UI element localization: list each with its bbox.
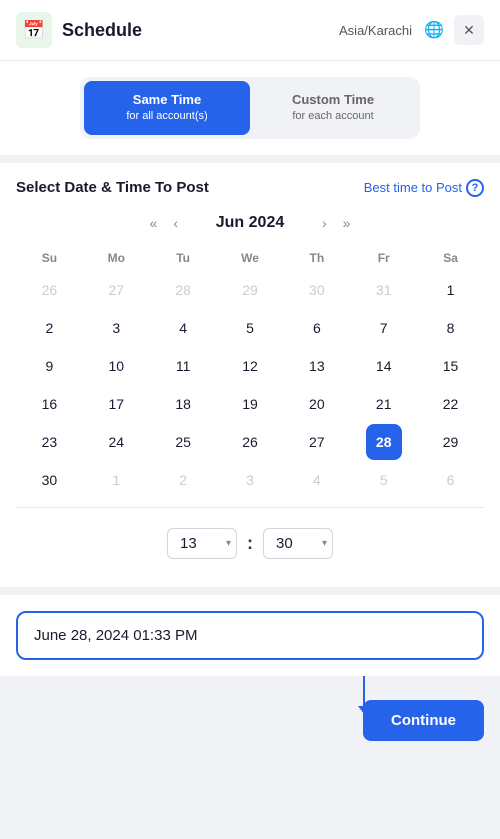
calendar-day-cell[interactable]: 2	[31, 310, 67, 346]
calendar-day-cell[interactable]: 13	[299, 348, 335, 384]
hour-select-wrapper: 0001020304050607080910111213141516171819…	[167, 528, 237, 559]
calendar-nav: « ‹ Jun 2024 › »	[16, 213, 484, 233]
calendar-day-cell[interactable]: 26	[31, 272, 67, 308]
calendar-day-cell[interactable]: 7	[366, 310, 402, 346]
calendar-day-cell[interactable]: 29	[433, 424, 469, 460]
prev-month-button[interactable]: ‹	[169, 213, 182, 233]
calendar-day-cell[interactable]: 31	[366, 272, 402, 308]
minute-select[interactable]: 000510152025303540455055	[263, 528, 333, 559]
calendar-day-cell[interactable]: 1	[433, 272, 469, 308]
day-fr: Fr	[350, 245, 417, 271]
timezone-label: Asia/Karachi	[339, 23, 412, 38]
section-title: Select Date & Time To Post	[16, 179, 209, 196]
globe-icon[interactable]: 🌐	[420, 16, 448, 44]
calendar-day-cell[interactable]: 22	[433, 386, 469, 422]
calendar-day-cell[interactable]: 8	[433, 310, 469, 346]
calendar-day-cell[interactable]: 27	[98, 272, 134, 308]
calendar-day-cell[interactable]: 12	[232, 348, 268, 384]
calendar-week-6: 30 123456	[16, 461, 484, 499]
hour-select[interactable]: 0001020304050607080910111213141516171819…	[167, 528, 237, 559]
best-time-label: Best time to Post	[364, 180, 462, 195]
calendar-day-cell[interactable]: 19	[232, 386, 268, 422]
calendar-day-cell[interactable]: 29	[232, 272, 268, 308]
time-selector: 0001020304050607080910111213141516171819…	[16, 516, 484, 571]
day-we: We	[217, 245, 284, 271]
calendar-week-1: 26 27 28 29 30 31 1	[16, 271, 484, 309]
calendar-section: Select Date & Time To Post Best time to …	[0, 163, 500, 587]
arrow-head-icon	[358, 706, 370, 714]
calendar-day-cell[interactable]: 11	[165, 348, 201, 384]
schedule-modal: 📅 Schedule Asia/Karachi 🌐 ✕ Same Time fo…	[0, 0, 500, 839]
calendar-day-cell[interactable]: 17	[98, 386, 134, 422]
calendar-week-2: 2345678	[16, 309, 484, 347]
calendar-day-cell[interactable]: 26	[232, 424, 268, 460]
footer: Continue	[0, 684, 500, 757]
calendar-week-5: 23 24 25 26 27 28 29	[16, 423, 484, 461]
continue-button[interactable]: Continue	[363, 700, 484, 741]
calendar-day-cell[interactable]: 24	[98, 424, 134, 460]
calendar-day-cell[interactable]: 1	[98, 462, 134, 498]
arrow-down-indicator	[358, 676, 370, 714]
same-time-label-line2: for all account(s)	[100, 109, 234, 124]
date-input-field[interactable]	[16, 611, 484, 660]
toggle-section: Same Time for all account(s) Custom Time…	[0, 61, 500, 155]
calendar-day-cell[interactable]: 16	[31, 386, 67, 422]
calendar-week-4: 16 17 18 19 20 21 22	[16, 385, 484, 423]
calendar-header: Select Date & Time To Post Best time to …	[16, 179, 484, 197]
calendar-day-cell[interactable]: 9	[31, 348, 67, 384]
next-month-button[interactable]: ›	[318, 213, 331, 233]
calendar-day-cell[interactable]: 25	[165, 424, 201, 460]
calendar-day-cell[interactable]: 10	[98, 348, 134, 384]
calendar-day-cell[interactable]: 27	[299, 424, 335, 460]
calendar-day-cell[interactable]: 6	[299, 310, 335, 346]
calendar-week-3: 9 10 11 12 13 14 15	[16, 347, 484, 385]
calendar-day-cell[interactable]: 30	[299, 272, 335, 308]
calendar-day-cell[interactable]: 18	[165, 386, 201, 422]
month-year-label: Jun 2024	[190, 214, 310, 232]
calendar-days-header: Su Mo Tu We Th Fr Sa	[16, 245, 484, 271]
day-mo: Mo	[83, 245, 150, 271]
time-colon: :	[247, 533, 253, 554]
calendar-grid: Su Mo Tu We Th Fr Sa 2627282930311234567…	[16, 245, 484, 499]
calendar-day-cell[interactable]: 28	[165, 272, 201, 308]
custom-time-label-line1: Custom Time	[266, 91, 400, 109]
calendar-day-cell[interactable]: 21	[366, 386, 402, 422]
day-tu: Tu	[150, 245, 217, 271]
calendar-day-cell[interactable]: 4	[299, 462, 335, 498]
day-th: Th	[283, 245, 350, 271]
calendar-day-cell[interactable]: 30	[31, 462, 67, 498]
day-sa: Sa	[417, 245, 484, 271]
same-time-button[interactable]: Same Time for all account(s)	[84, 81, 250, 135]
calendar-day-cell[interactable]: 5	[366, 462, 402, 498]
calendar-day-cell[interactable]: 6	[433, 462, 469, 498]
calendar-weeks: 2627282930311234567891011121314151617181…	[16, 271, 484, 499]
custom-time-label-line2: for each account	[266, 109, 400, 124]
header: 📅 Schedule Asia/Karachi 🌐 ✕	[0, 0, 500, 61]
calendar-day-cell[interactable]: 14	[366, 348, 402, 384]
best-time-link[interactable]: Best time to Post ?	[364, 179, 484, 197]
same-time-label-line1: Same Time	[100, 91, 234, 109]
help-icon: ?	[466, 179, 484, 197]
calendar-day-cell[interactable]: 3	[232, 462, 268, 498]
time-divider	[16, 507, 484, 508]
calendar-day-cell[interactable]: 3	[98, 310, 134, 346]
next-year-button[interactable]: »	[339, 213, 355, 233]
day-su: Su	[16, 245, 83, 271]
calendar-day-cell[interactable]: 4	[165, 310, 201, 346]
minute-select-wrapper: 000510152025303540455055 ▾	[263, 528, 333, 559]
close-button[interactable]: ✕	[454, 15, 484, 45]
prev-year-button[interactable]: «	[146, 213, 162, 233]
calendar-day-cell[interactable]: 5	[232, 310, 268, 346]
arrow-line	[363, 676, 365, 706]
calendar-day-cell[interactable]: 28	[366, 424, 402, 460]
calendar-day-cell[interactable]: 2	[165, 462, 201, 498]
calendar-day-cell[interactable]: 15	[433, 348, 469, 384]
calendar-day-cell[interactable]: 20	[299, 386, 335, 422]
date-input-section	[0, 595, 500, 676]
calendar-day-cell[interactable]: 23	[31, 424, 67, 460]
custom-time-button[interactable]: Custom Time for each account	[250, 81, 416, 135]
page-title: Schedule	[62, 20, 339, 41]
time-mode-toggle: Same Time for all account(s) Custom Time…	[80, 77, 420, 139]
calendar-icon: 📅	[16, 12, 52, 48]
